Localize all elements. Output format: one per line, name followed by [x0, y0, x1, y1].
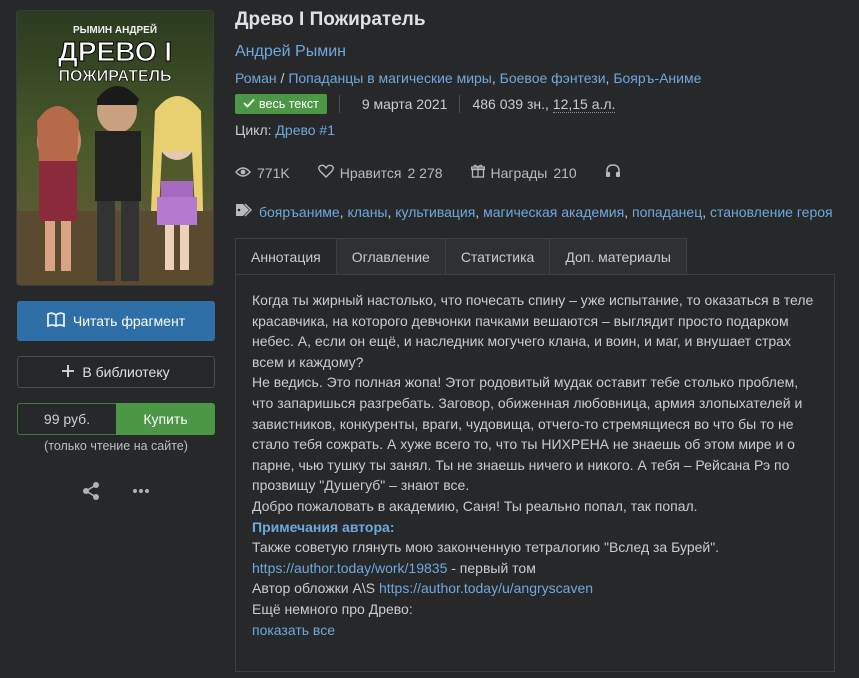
tag-link[interactable]: становление героя: [710, 204, 833, 220]
show-all-link[interactable]: показать все: [252, 622, 335, 638]
likes-label: Нравится: [339, 164, 402, 181]
add-to-library-button[interactable]: В библиотеку: [17, 356, 215, 388]
status-badge-label: весь текст: [259, 97, 319, 111]
author-link[interactable]: Андрей Рымин: [235, 43, 835, 61]
audio-stat[interactable]: [605, 164, 621, 181]
cover-author-text: РЫМИН АНДРЕЙ: [73, 23, 157, 36]
book-cover[interactable]: РЫМИН АНДРЕЙ ДРЕВО I ПОЖИРАТЕЛЬ: [17, 11, 213, 285]
likes-stat[interactable]: Нравится 2 278: [317, 164, 443, 181]
annotation-paragraph: Когда ты жирный настолько, что почесать …: [252, 292, 814, 370]
size-al: 12,15 а.л.: [552, 96, 616, 113]
heart-icon: [317, 164, 334, 181]
cover-author-link[interactable]: https://author.today/u/angryscaven: [379, 580, 593, 596]
awards-label: Награды: [490, 164, 548, 181]
publish-date: 9 марта 2021: [361, 96, 448, 112]
tab-contents[interactable]: Оглавление: [336, 238, 446, 275]
book-info: Древо I Пожиратель Андрей Рымин Роман / …: [235, 9, 835, 220]
genre-link-main[interactable]: Роман: [235, 70, 277, 86]
tag-icon: [235, 203, 253, 220]
tab-annotation[interactable]: Аннотация: [235, 238, 337, 275]
stats-row: 771K Нравится 2 278 Награды 210: [235, 164, 835, 181]
status-badge: весь текст: [235, 94, 327, 114]
buy-button[interactable]: Купить: [116, 403, 215, 435]
divider: [338, 95, 340, 113]
meta-row: весь текст 9 марта 2021 486 039 зн., 12,…: [235, 94, 835, 114]
awards-count: 210: [553, 164, 577, 181]
genre-link[interactable]: Попаданцы в магические миры: [288, 70, 492, 86]
genre-link[interactable]: Бояръ-Аниме: [613, 70, 701, 86]
cycle-label: Цикл:: [235, 122, 272, 138]
read-fragment-label: Читать фрагмент: [72, 313, 186, 329]
more-options-icon[interactable]: [131, 481, 151, 501]
size-chars: 486 039 зн.,: [472, 96, 553, 112]
author-notes-heading: Примечания автора:: [252, 518, 395, 535]
author-notes-line: Ещё немного про Древо:: [252, 600, 413, 617]
book-open-icon: [47, 311, 65, 331]
tag-link[interactable]: бояръаниме: [259, 204, 340, 220]
eye-icon: [235, 165, 251, 181]
annotation-panel: Когда ты жирный настолько, что почесать …: [235, 274, 835, 672]
left-column: РЫМИН АНДРЕЙ ДРЕВО I ПОЖИРАТЕЛЬ Читать ф…: [17, 11, 215, 501]
tab-statistics[interactable]: Статистика: [445, 238, 551, 275]
genre-link[interactable]: Боевое фэнтези: [500, 70, 606, 86]
genre-separator: /: [276, 70, 289, 86]
views-count: 771K: [257, 164, 290, 181]
gift-icon: [470, 164, 485, 181]
likes-count: 2 278: [407, 164, 443, 181]
cover-title-line1: ДРЕВО I: [58, 36, 172, 67]
work-link[interactable]: https://author.today/work/19835: [252, 560, 447, 576]
divider: [459, 95, 461, 113]
tag-link[interactable]: магическая академия: [483, 204, 624, 220]
awards-stat[interactable]: Награды 210: [470, 164, 577, 181]
annotation-paragraph: Не ведись. Это полная жопа! Этот родовит…: [252, 374, 803, 494]
tag-link[interactable]: культивация: [395, 204, 475, 220]
genres: Роман / Попаданцы в магические миры, Бое…: [235, 70, 702, 86]
tags-row: бояръаниме, кланы, культивация, магическ…: [235, 203, 835, 220]
tags-list: бояръаниме, кланы, культивация, магическ…: [259, 203, 833, 220]
cover-title-line2: ПОЖИРАТЕЛЬ: [59, 68, 172, 85]
add-to-library-label: В библиотеку: [82, 364, 170, 380]
cycle: Цикл: Древо #1: [235, 122, 835, 138]
headphones-icon: [605, 164, 621, 181]
author-notes-line: Также советую глянуть мою законченную те…: [252, 539, 720, 556]
book-title: Древо I Пожиратель: [235, 9, 426, 30]
read-fragment-button[interactable]: Читать фрагмент: [17, 301, 215, 341]
cover-author-prefix: Автор обложки A\S: [252, 580, 379, 597]
cycle-link[interactable]: Древо #1: [275, 122, 335, 138]
plus-icon: [62, 364, 75, 380]
price-label: 99 руб.: [17, 403, 116, 435]
tabs: Аннотация Оглавление Статистика Доп. мат…: [235, 238, 687, 275]
share-row: [17, 481, 215, 501]
author-notes-line: https://author.today/work/19835 - первый…: [252, 558, 818, 579]
tag-link[interactable]: кланы: [347, 204, 387, 220]
work-link-suffix: - первый том: [447, 559, 536, 576]
tab-extra-materials[interactable]: Доп. материалы: [550, 238, 687, 275]
check-icon: [243, 97, 255, 111]
views-stat: 771K: [235, 165, 290, 181]
book-size: 486 039 зн., 12,15 а.л.: [472, 96, 616, 113]
annotation-paragraph: Добро пожаловать в академию, Саня! Ты ре…: [252, 497, 698, 514]
share-icon[interactable]: [81, 481, 101, 501]
buy-note: (только чтение на сайте): [44, 439, 188, 453]
author-notes-line: Автор обложки A\S https://author.today/u…: [252, 578, 818, 599]
buy-row: 99 руб. Купить: [17, 403, 215, 435]
tag-link[interactable]: попаданец: [632, 204, 702, 220]
